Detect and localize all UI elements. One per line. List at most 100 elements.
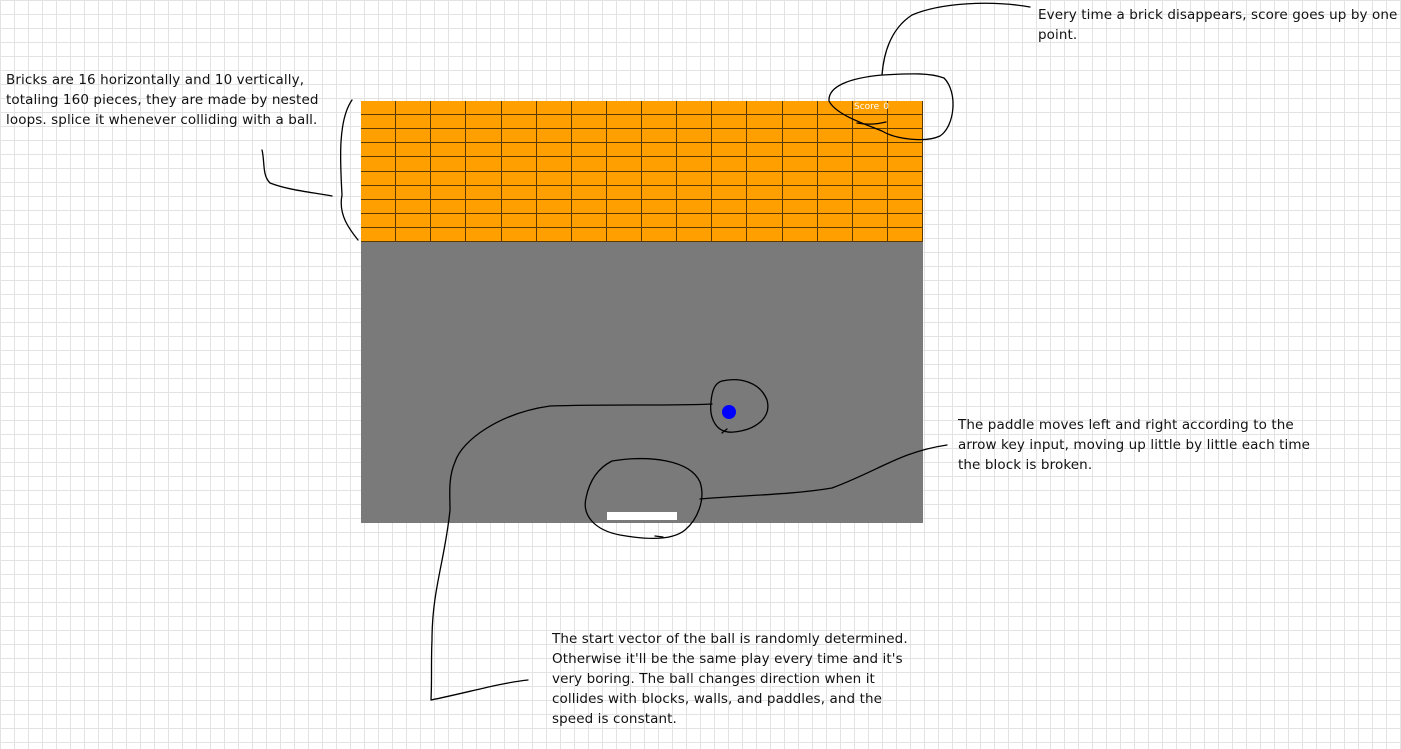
brick: [536, 227, 572, 242]
brick: [536, 129, 572, 144]
brick-grid: [361, 101, 923, 242]
brick: [677, 143, 713, 158]
brick: [642, 185, 678, 200]
brick: [501, 101, 537, 116]
brick: [782, 129, 818, 144]
score-label: Score: [854, 102, 880, 112]
brick: [782, 213, 818, 228]
brick: [361, 171, 397, 186]
brick: [606, 171, 642, 186]
brick: [642, 143, 678, 158]
brick: [712, 199, 748, 214]
score-value: 0: [883, 102, 889, 112]
brick: [887, 227, 923, 242]
brick: [852, 185, 888, 200]
brick: [747, 185, 783, 200]
brick: [571, 185, 607, 200]
brick: [642, 101, 678, 116]
annotation-paddle: The paddle moves left and right accordin…: [958, 417, 1311, 473]
bricks-pointer-line: [261, 149, 333, 197]
brick: [396, 199, 432, 214]
brick: [712, 171, 748, 186]
brick: [887, 213, 923, 228]
brick: [571, 115, 607, 130]
annotation-ball: The start vector of the ball is randomly…: [552, 631, 908, 727]
brick: [606, 129, 642, 144]
brick: [431, 115, 467, 130]
brick: [361, 199, 397, 214]
brick: [852, 199, 888, 214]
brick: [431, 171, 467, 186]
brick: [817, 227, 853, 242]
brick: [817, 171, 853, 186]
brick: [747, 115, 783, 130]
brick: [642, 171, 678, 186]
brick: [782, 199, 818, 214]
brick: [571, 157, 607, 172]
brick: [817, 185, 853, 200]
brick: [431, 101, 467, 116]
brick: [606, 227, 642, 242]
brick: [536, 171, 572, 186]
brick: [852, 143, 888, 158]
brick: [677, 185, 713, 200]
brick: [466, 115, 502, 130]
brick: [852, 115, 888, 130]
brick: [501, 157, 537, 172]
brick: [712, 213, 748, 228]
brick: [431, 185, 467, 200]
brick: [361, 185, 397, 200]
annotation-score: Every time a brick disappears, score goe…: [1038, 7, 1398, 43]
brick: [782, 227, 818, 242]
brick: [361, 157, 397, 172]
brick: [396, 101, 432, 116]
brick: [852, 171, 888, 186]
brick: [782, 101, 818, 116]
brick: [747, 227, 783, 242]
brick: [747, 143, 783, 158]
brick: [606, 199, 642, 214]
brick: [501, 227, 537, 242]
brick: [466, 199, 502, 214]
brick: [852, 213, 888, 228]
brick: [536, 185, 572, 200]
brick: [396, 143, 432, 158]
brick: [782, 157, 818, 172]
annotation-bricks: Bricks are 16 horizontally and 10 vertic…: [6, 72, 319, 128]
brick: [817, 213, 853, 228]
brick: [887, 199, 923, 214]
brick: [361, 213, 397, 228]
brick: [396, 129, 432, 144]
brick: [712, 129, 748, 144]
brick: [571, 101, 607, 116]
brick: [571, 213, 607, 228]
brick: [536, 199, 572, 214]
brick: [431, 129, 467, 144]
brick: [712, 157, 748, 172]
brick: [606, 213, 642, 228]
brick: [361, 227, 397, 242]
brick: [466, 227, 502, 242]
brick: [642, 157, 678, 172]
paddle[interactable]: [607, 512, 677, 520]
brick: [642, 115, 678, 130]
game-canvas[interactable]: Score 0: [361, 101, 923, 523]
brick: [677, 115, 713, 130]
brick: [677, 227, 713, 242]
brick: [361, 101, 397, 116]
brick: [782, 143, 818, 158]
brick: [536, 213, 572, 228]
brick: [887, 115, 923, 130]
brick: [712, 115, 748, 130]
brick: [852, 157, 888, 172]
brick: [712, 101, 748, 116]
brick: [466, 129, 502, 144]
brick: [536, 115, 572, 130]
brick: [887, 171, 923, 186]
brick: [887, 185, 923, 200]
brick: [642, 213, 678, 228]
brick: [712, 185, 748, 200]
brick: [677, 199, 713, 214]
brick: [887, 143, 923, 158]
brick: [501, 143, 537, 158]
